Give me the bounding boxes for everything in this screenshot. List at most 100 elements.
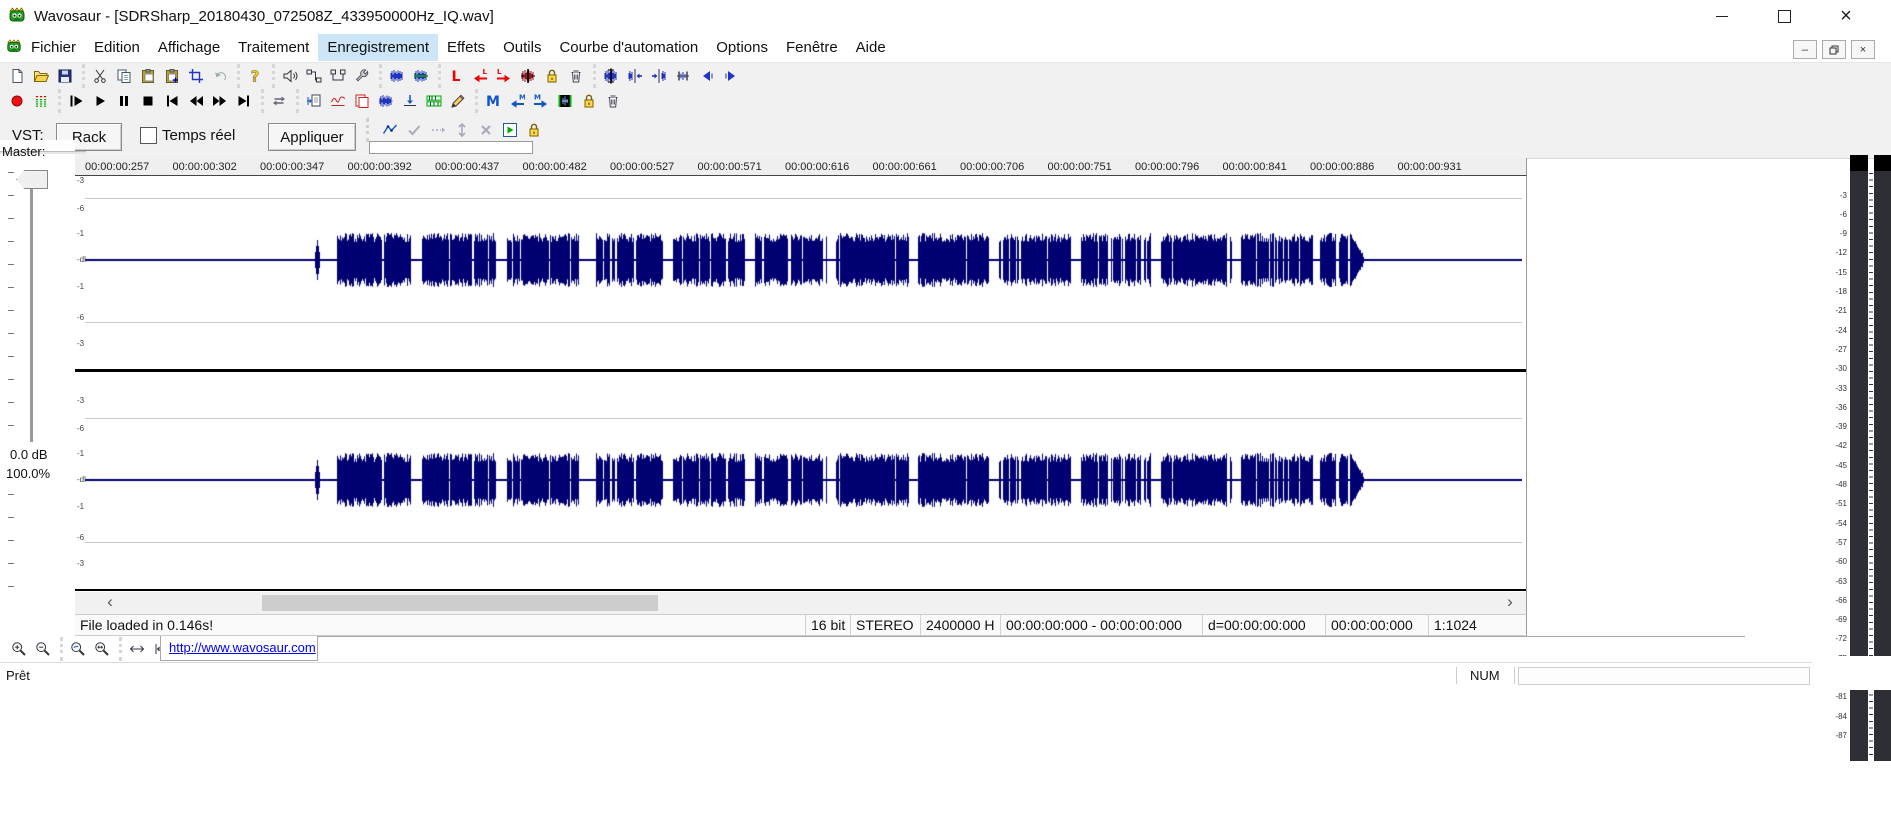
paste-insert-button[interactable] xyxy=(160,64,184,88)
copy-to-new-button[interactable] xyxy=(302,89,326,113)
draw-pencil-button[interactable] xyxy=(446,89,470,113)
zoom-selection-button[interactable] xyxy=(66,637,90,661)
time-ruler[interactable]: 00:00:00:25700:00:00:30200:00:00:34700:0… xyxy=(75,158,1527,176)
menu-item-aide[interactable]: Aide xyxy=(847,34,895,61)
waveform-view-button[interactable] xyxy=(385,64,409,88)
mdi-restore-button[interactable] xyxy=(1822,40,1846,59)
go-start-button[interactable] xyxy=(160,89,184,113)
menu-item-affichage[interactable]: Affichage xyxy=(149,34,229,61)
save-file-button[interactable] xyxy=(53,64,77,88)
marker-next-button[interactable]: M xyxy=(529,89,553,113)
vst-apply-button[interactable]: Appliquer xyxy=(268,123,356,151)
automation-play-button[interactable] xyxy=(498,118,522,142)
insert-silence-button[interactable] xyxy=(398,89,422,113)
play-button[interactable] xyxy=(88,89,112,113)
scroll-left-button[interactable]: ‹ xyxy=(100,592,120,614)
zoom-all-button[interactable] xyxy=(90,637,114,661)
selection-extend-button[interactable] xyxy=(671,64,695,88)
selection-shrink-right-button[interactable] xyxy=(647,64,671,88)
lock-button[interactable] xyxy=(577,89,601,113)
delete-button[interactable] xyxy=(601,89,625,113)
lock-button[interactable] xyxy=(540,64,564,88)
delete-button[interactable] xyxy=(564,64,588,88)
automation-curve-icon xyxy=(382,122,398,138)
waveform-canvas[interactable] xyxy=(85,176,1522,592)
menu-item-fenetre[interactable]: Fenêtre xyxy=(777,34,847,61)
scroll-right-button[interactable]: › xyxy=(1500,592,1520,614)
minimize-button[interactable] xyxy=(1694,0,1750,32)
open-file-button[interactable] xyxy=(29,64,53,88)
copy-button[interactable] xyxy=(112,64,136,88)
audio-config-button[interactable] xyxy=(278,64,302,88)
forward-button[interactable] xyxy=(208,89,232,113)
waveform-overlay-button[interactable] xyxy=(409,64,433,88)
zoom-in-button[interactable] xyxy=(7,637,31,661)
scrollbar-thumb[interactable] xyxy=(262,595,658,611)
menu-item-outils[interactable]: Outils xyxy=(494,34,550,61)
realtime-checkbox[interactable] xyxy=(140,127,157,144)
record-button[interactable] xyxy=(5,89,29,113)
lock-button[interactable] xyxy=(522,118,546,142)
automation-value-field[interactable] xyxy=(369,141,533,154)
pause-button[interactable] xyxy=(112,89,136,113)
help-button[interactable]: ? xyxy=(243,64,267,88)
menu-item-edition[interactable]: Edition xyxy=(85,34,149,61)
document-tab[interactable]: http://www.wavosaur.com xyxy=(160,636,318,661)
undo-button[interactable] xyxy=(208,64,232,88)
marker-button[interactable]: M xyxy=(481,89,505,113)
automation-delete-button[interactable] xyxy=(474,118,498,142)
selection-shrink-left-button[interactable] xyxy=(623,64,647,88)
loop-mode-icon xyxy=(271,93,287,109)
play-reverse-button[interactable] xyxy=(695,64,719,88)
batch-files-button[interactable] xyxy=(350,89,374,113)
selection-cursor-button[interactable] xyxy=(599,64,623,88)
midi-connections-button[interactable] xyxy=(326,64,350,88)
play-from-cursor-button[interactable] xyxy=(64,89,88,113)
automation-curve-button[interactable] xyxy=(378,118,402,142)
wavosaur-link[interactable]: http://www.wavosaur.com xyxy=(161,636,317,660)
connections-button[interactable] xyxy=(302,64,326,88)
cut-button[interactable] xyxy=(88,64,112,88)
automation-scale-button[interactable] xyxy=(450,118,474,142)
multi-tracks-button[interactable] xyxy=(422,89,446,113)
settings-wrench-button[interactable] xyxy=(350,64,374,88)
horizontal-scrollbar[interactable]: ‹ › xyxy=(75,592,1527,614)
menu-item-fichier[interactable]: Fichier xyxy=(22,34,85,61)
resample-button[interactable] xyxy=(374,89,398,113)
master-slider-track[interactable] xyxy=(30,170,34,442)
new-file-button[interactable] xyxy=(5,64,29,88)
monitor-meter-button[interactable] xyxy=(29,89,53,113)
stop-button[interactable] xyxy=(136,89,160,113)
menu-item-options[interactable]: Options xyxy=(707,34,777,61)
maximize-button[interactable] xyxy=(1756,0,1812,32)
loop-start-button[interactable]: L xyxy=(444,64,468,88)
menu-item-enregistrement[interactable]: Enregistrement xyxy=(318,34,438,61)
master-slider-handle[interactable] xyxy=(16,170,48,189)
automation-validate-button[interactable] xyxy=(402,118,426,142)
automation-interpolate-button[interactable] xyxy=(426,118,450,142)
automation-play-icon xyxy=(502,122,518,138)
paste-button[interactable] xyxy=(136,64,160,88)
play-forward-button[interactable] xyxy=(719,64,743,88)
master-tick xyxy=(8,310,14,311)
loop-mode-button[interactable] xyxy=(267,89,291,113)
loop-to-end-button[interactable]: L xyxy=(492,64,516,88)
connections-icon xyxy=(306,68,322,84)
crop-button[interactable] xyxy=(184,64,208,88)
menu-item-traitement[interactable]: Traitement xyxy=(229,34,318,61)
menu-item-courbe-d-automation[interactable]: Courbe d'automation xyxy=(550,34,707,61)
loop-to-start-button[interactable]: L xyxy=(468,64,492,88)
zoom-out-button[interactable] xyxy=(31,637,55,661)
marker-selection-button[interactable] xyxy=(553,89,577,113)
rewind-button[interactable] xyxy=(184,89,208,113)
marker-previous-button[interactable]: M xyxy=(505,89,529,113)
menu-item-effets[interactable]: Effets xyxy=(438,34,494,61)
loop-clear-button[interactable] xyxy=(516,64,540,88)
num-lock-indicator: NUM xyxy=(1470,668,1500,683)
h-scroll-button[interactable] xyxy=(125,637,149,661)
go-end-button[interactable] xyxy=(232,89,256,113)
close-button[interactable]: × xyxy=(1818,0,1874,32)
mdi-minimize-button[interactable]: – xyxy=(1793,40,1817,59)
statistics-button[interactable] xyxy=(326,89,350,113)
mdi-close-button[interactable]: × xyxy=(1851,40,1875,59)
